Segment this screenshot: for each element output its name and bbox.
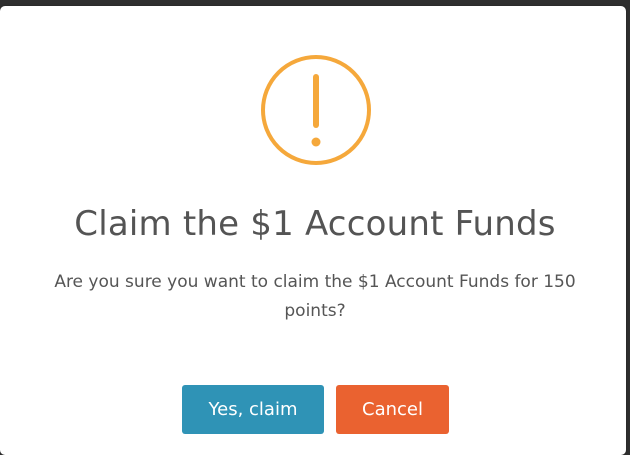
cancel-button[interactable]: Cancel [336, 385, 449, 434]
dialog-message: Are you sure you want to claim the $1 Ac… [54, 272, 576, 321]
dialog-title: Claim the $1 Account Funds [74, 204, 556, 244]
confirm-button[interactable]: Yes, claim [182, 385, 324, 434]
warning-icon [260, 54, 372, 166]
confirm-dialog: Claim the $1 Account Funds Are you sure … [0, 6, 626, 455]
